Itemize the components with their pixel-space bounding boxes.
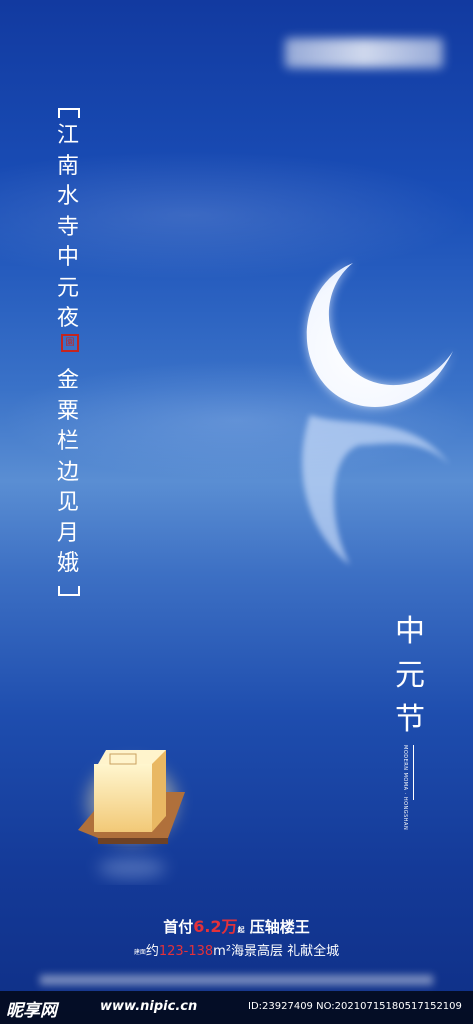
- red-seal: 園: [61, 334, 79, 352]
- detail-unit: m²: [213, 944, 232, 959]
- watermark-bar: 昵享网 www.nipic.cn ID:23927409 NO:20210715…: [0, 991, 473, 1024]
- moon-reflection: [302, 415, 450, 565]
- blurred-logo: [285, 38, 443, 68]
- poem-line-2: 金 粟 栏 边 见 月 娥: [55, 366, 81, 580]
- poem-char: 金: [56, 368, 79, 393]
- offer-prefix: 首付: [163, 918, 194, 936]
- poem-char: 水: [56, 184, 79, 209]
- poem-char: 江: [56, 123, 79, 148]
- poem-char: 月: [56, 520, 79, 546]
- poster: 江 南 水 寺 中 元 夜 園 金 粟 栏 边 见 月 娥 中 元 节 MODE…: [0, 0, 473, 1024]
- side-english-text: MODERN MOMA · HONGSHAN: [402, 745, 408, 831]
- blurred-address: [40, 975, 433, 985]
- title-char: 中: [395, 614, 425, 649]
- poem-char: 夜: [56, 306, 79, 331]
- poem-char: 南: [56, 153, 79, 179]
- lantern-icon: [78, 750, 185, 878]
- crescent-moon: [306, 263, 453, 408]
- offer-amount: 6.2万: [193, 917, 238, 936]
- detail-prefix: 约: [145, 944, 159, 959]
- detail-suffix: 海景高层 礼献全城: [231, 944, 340, 959]
- poem-char: 寺: [56, 214, 79, 240]
- title-char: 节: [395, 702, 425, 737]
- watermark-id: ID:23927409 NO:20210715180517152109: [248, 1001, 462, 1012]
- poem-char: 娥: [56, 551, 79, 576]
- bracket-bottom: [58, 586, 80, 596]
- title-char: 元: [395, 658, 425, 693]
- poem-char: 中: [56, 245, 79, 270]
- detail-range: 123-138: [158, 944, 214, 959]
- price-offer: 首付6.2万起 压轴楼王: [0, 913, 473, 937]
- area-detail: 建面约123-138m²海景高层 礼献全城: [0, 940, 473, 959]
- watermark-brand: 昵享网: [6, 1001, 57, 1021]
- watermark-url[interactable]: www.nipic.cn: [100, 999, 197, 1014]
- poem-char: 见: [56, 490, 79, 515]
- bracket-top: [58, 108, 80, 118]
- poem-line-1: 江 南 水 寺 中 元 夜: [55, 121, 81, 335]
- poem-char: 元: [56, 275, 79, 301]
- side-divider: [413, 745, 414, 800]
- poem-char: 边: [56, 459, 79, 485]
- offer-tag: 起: [237, 926, 245, 934]
- festival-title: 中 元 节: [388, 610, 432, 742]
- detail-tag: 建面: [133, 949, 146, 956]
- offer-suffix: 压轴楼王: [249, 918, 310, 936]
- poem-char: 栏: [56, 429, 79, 454]
- poem-char: 粟: [56, 398, 79, 424]
